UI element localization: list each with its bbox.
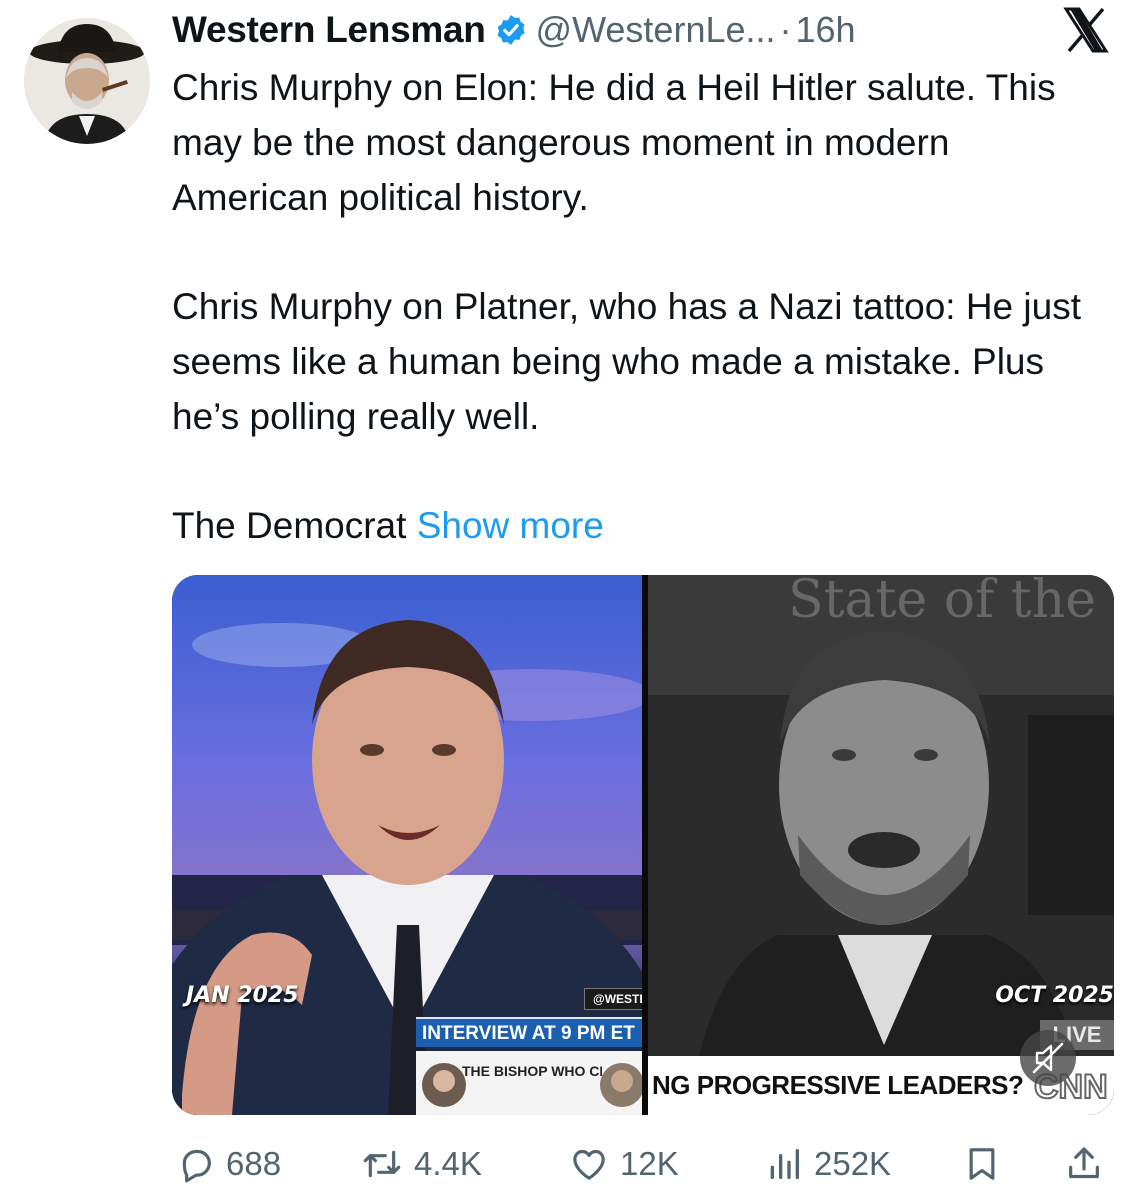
reply-button[interactable]: 688 <box>176 1140 281 1188</box>
tweet-media-video[interactable]: JAN 2025 @WESTERNLENSMAN INTERVIEW AT 9 … <box>172 575 1114 1115</box>
chyron-text: NG PROGRESSIVE LEADERS? <box>652 1070 1024 1100</box>
reply-count: 688 <box>226 1145 282 1182</box>
views-count: 252K <box>814 1145 892 1182</box>
header-separator: · <box>779 9 792 50</box>
reply-icon <box>176 1144 216 1184</box>
repost-icon <box>360 1144 404 1184</box>
tweet-timestamp[interactable]: 16h <box>796 9 856 51</box>
video-left-pane: JAN 2025 @WESTERNLENSMAN INTERVIEW AT 9 … <box>172 575 644 1115</box>
promo-box: THE BISHOP WHO CHALLENGED PRES. TRUMP <box>416 1051 644 1115</box>
promo-text: THE BISHOP WHO CHALLENGED PRES. TRUMP <box>462 1063 602 1079</box>
repost-count: 4.4K <box>414 1145 482 1182</box>
share-icon <box>1064 1144 1104 1184</box>
tweet-text: Chris Murphy on Elon: He did a Heil Hitl… <box>172 60 1112 553</box>
views-button[interactable]: 252K <box>764 1140 891 1188</box>
tweet-paragraph-2: Chris Murphy on Platner, who has a Nazi … <box>172 286 1081 437</box>
author-avatar[interactable] <box>24 18 150 144</box>
tweet-header: Western Lensman @WesternLe... · 16h <box>172 6 856 54</box>
tweet-paragraph-3: The Democrat Show more <box>172 498 1112 553</box>
tweet-action-bar: 688 4.4K 12K 252K <box>172 1140 1114 1188</box>
right-date-tag: OCT 2025 <box>995 983 1114 1008</box>
studio-sign: State of the <box>788 575 1096 630</box>
views-icon <box>764 1144 804 1184</box>
avatar-image <box>24 18 150 144</box>
verified-badge-icon <box>494 13 528 47</box>
like-button[interactable]: 12K <box>568 1140 679 1188</box>
author-display-name[interactable]: Western Lensman <box>172 9 486 51</box>
heart-icon <box>568 1144 610 1184</box>
bookmark-button[interactable] <box>962 1140 1002 1188</box>
truncated-text: The Democrat <box>172 505 407 546</box>
watermark-label: @WESTERNLENSMAN <box>584 988 644 1010</box>
author-handle[interactable]: @WesternLe... <box>536 9 776 51</box>
muted-speaker-icon[interactable] <box>1020 1030 1076 1086</box>
interview-banner: INTERVIEW AT 9 PM ET <box>416 1017 644 1047</box>
left-date-tag: JAN 2025 <box>186 983 299 1008</box>
tweet-paragraph-1: Chris Murphy on Elon: He did a Heil Hitl… <box>172 67 1056 218</box>
show-more-link[interactable]: Show more <box>417 505 604 546</box>
repost-button[interactable]: 4.4K <box>360 1140 482 1188</box>
share-button[interactable] <box>1064 1140 1104 1188</box>
like-count: 12K <box>620 1145 679 1182</box>
x-logo-icon[interactable] <box>1062 6 1110 54</box>
bookmark-icon <box>962 1144 1002 1184</box>
